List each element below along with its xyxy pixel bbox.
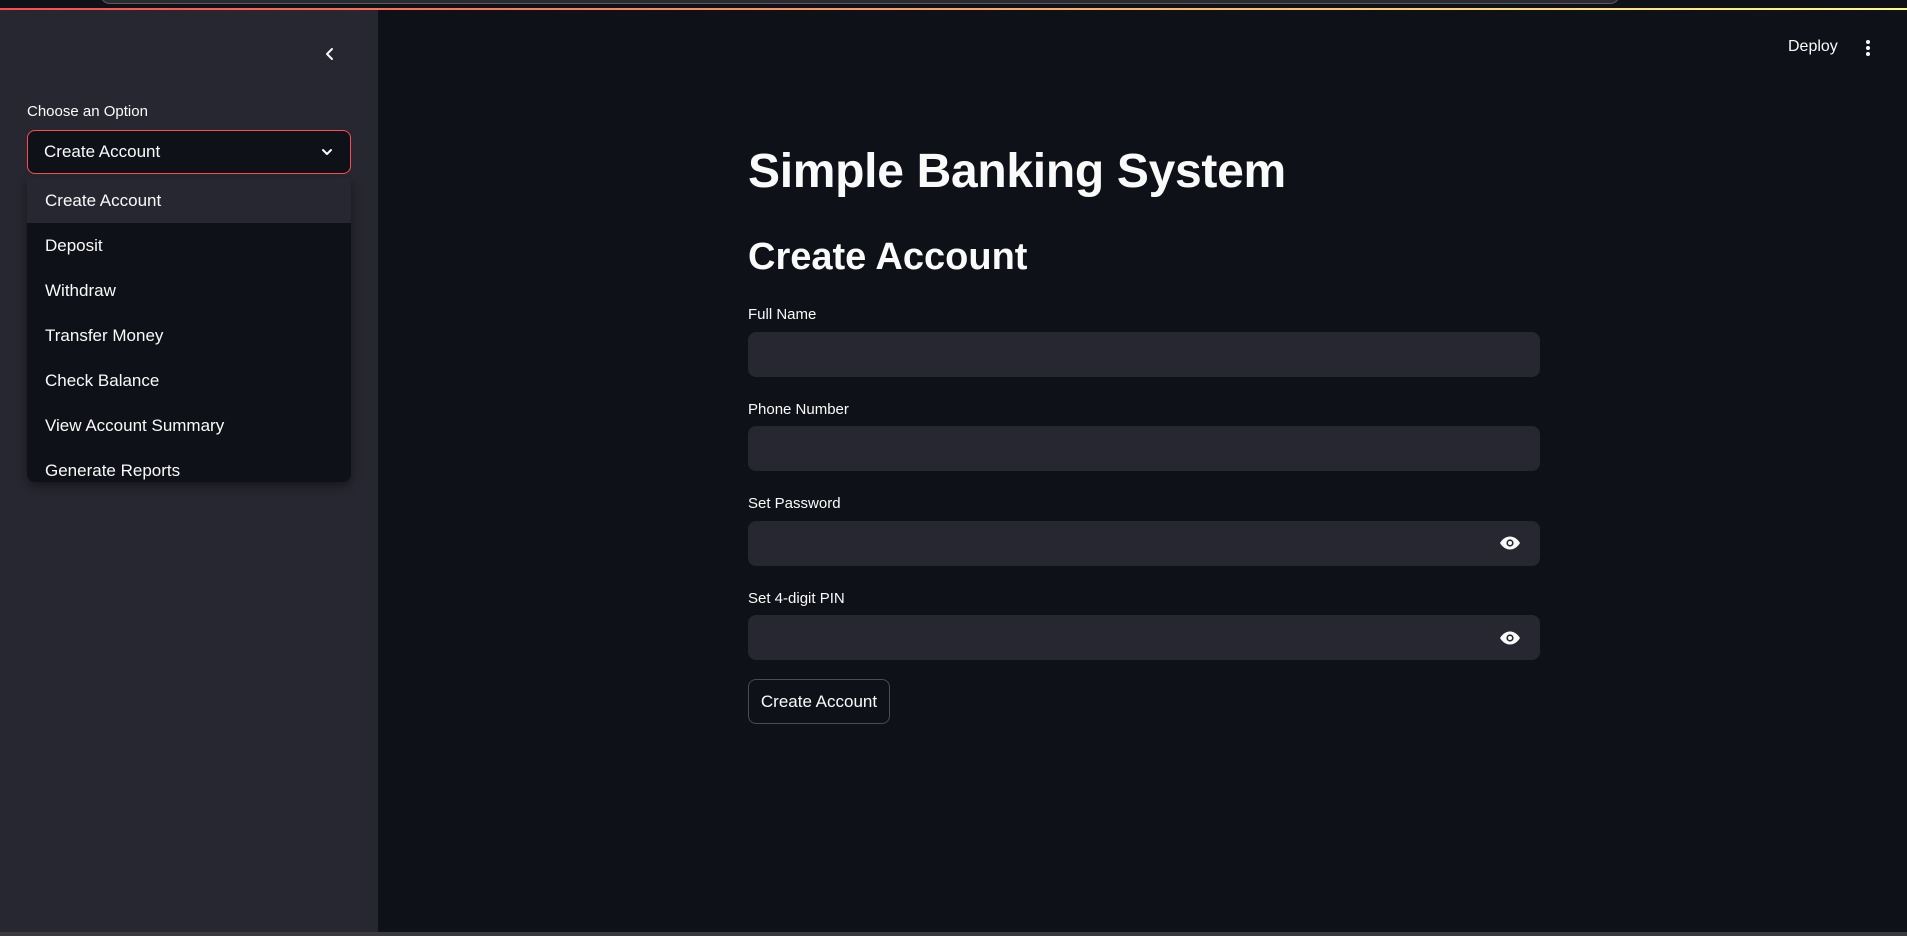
deploy-button[interactable]: Deploy — [1788, 38, 1838, 56]
eye-icon — [1500, 631, 1520, 645]
main-area: Deploy Simple Banking System Create Acco… — [378, 10, 1907, 932]
pin-visibility-toggle[interactable] — [1497, 625, 1523, 651]
sidebar-collapse-button[interactable] — [318, 42, 342, 66]
full-name-input[interactable] — [748, 332, 1540, 377]
option-select[interactable]: Create Account — [27, 130, 351, 174]
password-input[interactable] — [748, 521, 1540, 566]
pin-input[interactable] — [748, 615, 1540, 660]
dropdown-option-view-account-summary[interactable]: View Account Summary — [27, 403, 351, 448]
full-name-label: Full Name — [748, 306, 817, 323]
select-label: Choose an Option — [27, 103, 148, 120]
page-title: Simple Banking System — [748, 145, 1286, 198]
dropdown-option-deposit[interactable]: Deposit — [27, 223, 351, 268]
dropdown-option-withdraw[interactable]: Withdraw — [27, 268, 351, 313]
section-title: Create Account — [748, 236, 1028, 278]
phone-number-input[interactable] — [748, 426, 1540, 471]
password-label: Set Password — [748, 495, 841, 512]
option-dropdown-menu: Create Account Deposit Withdraw Transfer… — [27, 178, 351, 482]
dropdown-option-transfer-money[interactable]: Transfer Money — [27, 313, 351, 358]
phone-number-label: Phone Number — [748, 401, 849, 418]
dropdown-option-generate-reports[interactable]: Generate Reports — [27, 448, 351, 482]
eye-icon — [1500, 536, 1520, 550]
window-bottom-edge — [0, 932, 1907, 936]
main-menu-button[interactable] — [1858, 38, 1878, 58]
chevron-left-icon — [326, 48, 333, 60]
dropdown-option-check-balance[interactable]: Check Balance — [27, 358, 351, 403]
dropdown-option-create-account[interactable]: Create Account — [27, 178, 351, 223]
more-vertical-icon — [1866, 40, 1870, 56]
browser-top-strip — [0, 0, 1907, 10]
sidebar: Choose an Option Create Account Create A… — [0, 10, 378, 932]
pin-label: Set 4-digit PIN — [748, 590, 845, 607]
select-current-value: Create Account — [44, 142, 161, 161]
chevron-down-icon — [318, 143, 336, 161]
password-visibility-toggle[interactable] — [1497, 530, 1523, 556]
browser-tab-shape — [100, 0, 1620, 4]
create-account-button[interactable]: Create Account — [748, 679, 890, 724]
